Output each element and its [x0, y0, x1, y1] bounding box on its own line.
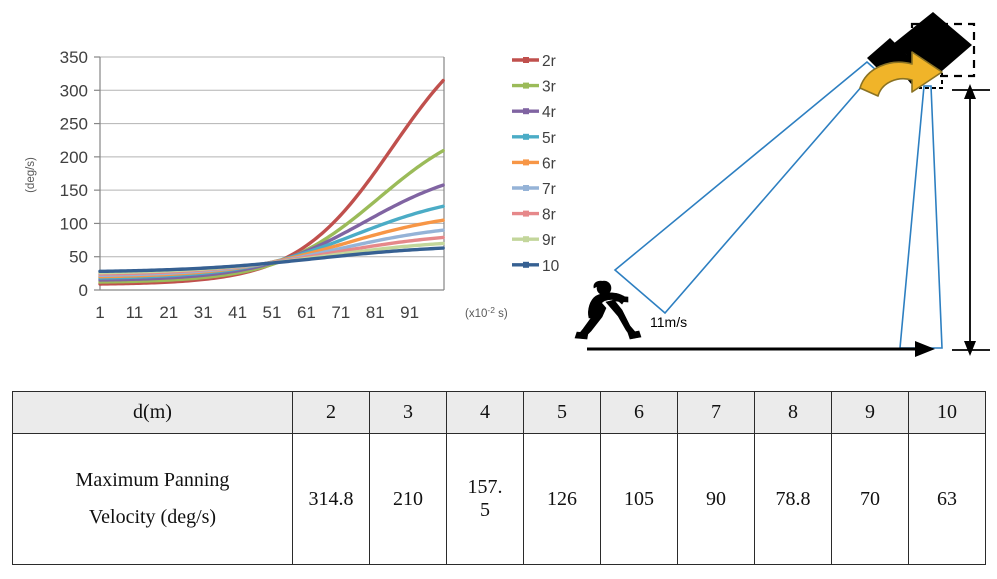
series-line-8r — [98, 235, 445, 276]
x-axis-unit-label: (x10-2 s) — [465, 305, 508, 320]
y-tick-label: 250 — [60, 115, 88, 134]
series-line-10 — [98, 246, 445, 274]
table-cell-velocity-9: 70 — [831, 433, 909, 565]
legend-marker-9r — [523, 236, 529, 243]
x-tick-label: 81 — [366, 303, 385, 322]
table-row: Maximum Panning Velocity (deg/s) 314.8 21… — [12, 433, 986, 565]
table-cell-velocity-3: 210 — [369, 433, 447, 565]
y-tick-label: 50 — [69, 248, 88, 267]
table-header-distance-6: 6 — [600, 391, 678, 434]
y-tick-label: 150 — [60, 181, 88, 200]
series-line-9r — [98, 241, 445, 275]
table-cell-velocity-7: 90 — [677, 433, 755, 565]
legend-label-4r: 4r — [542, 104, 556, 121]
y-tick-label: 300 — [60, 81, 88, 100]
table-header-distance-8: 8 — [754, 391, 832, 434]
table-header-row-label: d(m) — [12, 391, 293, 434]
table-header-distance-3: 3 — [369, 391, 447, 434]
legend-label-5r: 5r — [542, 130, 556, 147]
height-dimension-arrow — [952, 84, 990, 356]
x-tick-label: 61 — [297, 303, 316, 322]
wide-view-frustum — [613, 60, 878, 315]
legend-label-7r: 7r — [542, 181, 556, 198]
legend-marker-10 — [523, 261, 529, 268]
table-cell-velocity-8: 78.8 — [754, 433, 832, 565]
camera-panning-diagram: 11m/s — [560, 0, 997, 382]
y-axis-tick-labels: 350 300 250 200 150 100 50 0 — [60, 48, 88, 300]
x-tick-label: 1 — [95, 303, 104, 322]
legend-label-3r: 3r — [542, 79, 556, 96]
table-cell-velocity-4: 157. 5 — [446, 433, 524, 565]
legend-label-9r: 9r — [542, 232, 556, 249]
table-row-label: Maximum Panning Velocity (deg/s) — [12, 433, 293, 565]
running-person-icon — [574, 280, 642, 340]
legend-marker-5r — [523, 133, 529, 140]
table-header-distance-2: 2 — [292, 391, 370, 434]
table-cell-velocity-6: 105 — [600, 433, 678, 565]
chart-axes — [94, 56, 445, 291]
legend-marker-4r — [523, 108, 529, 115]
chart-gridlines — [100, 56, 444, 258]
legend-label-2r: 2r — [542, 53, 556, 70]
y-tick-label: 100 — [60, 214, 88, 233]
panning-velocity-chart: 350 300 250 200 150 100 50 0 1 11 21 31 41 51 61 71 81 9… — [0, 0, 560, 382]
y-tick-label: 350 — [60, 48, 88, 67]
narrow-view-frustum — [899, 85, 943, 349]
row-label-line-2: Velocity (deg/s) — [88, 506, 217, 528]
x-tick-label: 31 — [194, 303, 213, 322]
ground-motion-arrow — [587, 341, 935, 357]
row-label-line-1: Maximum Panning — [75, 469, 230, 491]
series-line-2r — [98, 78, 445, 286]
legend-marker-7r — [523, 185, 529, 191]
table-header-distance-9: 9 — [831, 391, 909, 434]
x-tick-label: 11 — [126, 303, 144, 322]
x-axis-tick-labels: 1 11 21 31 41 51 61 71 81 91 — [95, 303, 419, 322]
legend-label-6r: 6r — [542, 155, 556, 172]
table-header-distance-7: 7 — [677, 391, 755, 434]
figure-row: 350 300 250 200 150 100 50 0 1 11 21 31 41 51 61 71 81 9… — [0, 0, 997, 382]
x-tick-label: 91 — [400, 303, 419, 322]
y-tick-label: 200 — [60, 148, 88, 167]
legend-marker-3r — [523, 82, 529, 89]
table-cell-line: 157. — [467, 476, 503, 498]
maximum-panning-velocity-table: d(m) 2 3 4 5 6 7 8 9 10 Maximum Panning Velocity … — [12, 391, 986, 565]
table-header-distance-5: 5 — [523, 391, 601, 434]
diagram-svg: 11m/s — [574, 12, 990, 357]
legend-label-10: 10 — [542, 258, 560, 275]
table-cell-velocity-5: 126 — [523, 433, 601, 565]
legend-marker-2r — [523, 57, 529, 63]
table-header-distance-4: 4 — [446, 391, 524, 434]
speed-label: 11m/s — [650, 314, 687, 330]
chart-svg: 350300250200150100500 1 11 21 31 41 51 61 71 81 9… — [25, 48, 560, 322]
x-tick-label: 71 — [331, 303, 350, 322]
x-tick-label: 21 — [159, 303, 178, 322]
legend-marker-6r — [523, 159, 529, 166]
y-axis-unit-label: (deg/s) — [25, 157, 37, 193]
results-table-wrapper: d(m) 2 3 4 5 6 7 8 9 10 Maximum Panning Velocity … — [12, 391, 986, 565]
chart-series-lines — [98, 78, 445, 286]
table-cell-velocity-10: 63 — [908, 433, 986, 565]
legend-marker-8r — [523, 210, 529, 217]
table-header-row: d(m) 2 3 4 5 6 7 8 9 10 — [12, 391, 986, 434]
chart-legend: 2r 3r 4r 5r 6r 7r 8r 9r 10 — [512, 53, 560, 275]
x-tick-label: 41 — [228, 303, 247, 322]
table-cell-line: 5 — [480, 499, 490, 521]
table-cell-velocity-2: 314.8 — [292, 433, 370, 565]
legend-label-8r: 8r — [542, 207, 556, 224]
table-header-distance-10: 10 — [908, 391, 986, 434]
y-tick-label: 0 — [79, 281, 88, 300]
x-tick-label: 51 — [263, 303, 282, 322]
